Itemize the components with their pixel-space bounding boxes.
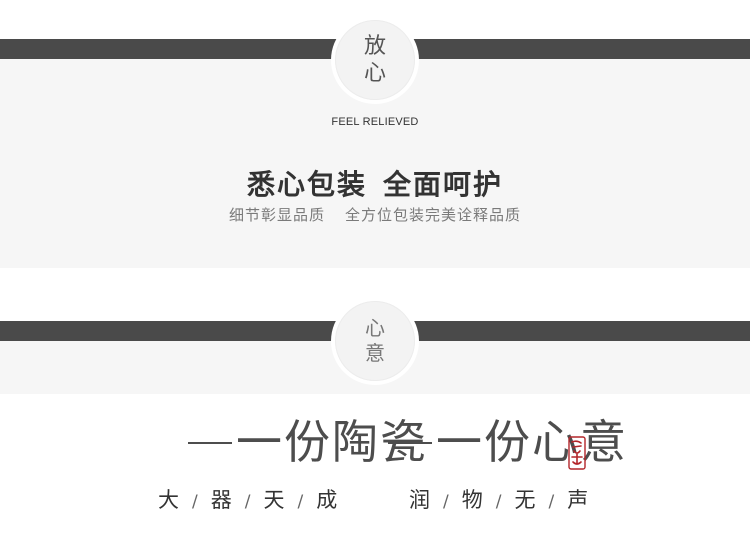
tagline-right: 润 / 物 / 无 / 声 [409,488,590,512]
dash-line [188,442,232,444]
dash-line [388,442,432,444]
headline-part: 全面呵护 [383,168,504,201]
badge-char: 心 [365,316,385,340]
subline-part: 细节彰显品质 [228,206,325,224]
section2-badge: 心 意 [335,301,415,381]
subline-part: 全方位包装完美诠释品质 [345,206,522,224]
headline-part: 悉心包装 [246,168,367,201]
subtitle-en: FEEL RELIEVED [331,116,419,128]
badge-char: 意 [365,341,385,365]
slogan-right: 一份心意 [388,414,628,470]
section1-subline: 细节彰显品质 全方位包装完美诠释品质 [0,204,750,225]
section1-headline: 悉心包装 全面呵护 [0,163,750,203]
red-seal-stamp [568,436,586,470]
badge-char: 心 [363,61,386,86]
tagline-left: 大 / 器 / 天 / 成 [158,488,339,512]
badge-char: 放 [363,34,386,59]
section1-badge: 放 心 [335,20,415,100]
